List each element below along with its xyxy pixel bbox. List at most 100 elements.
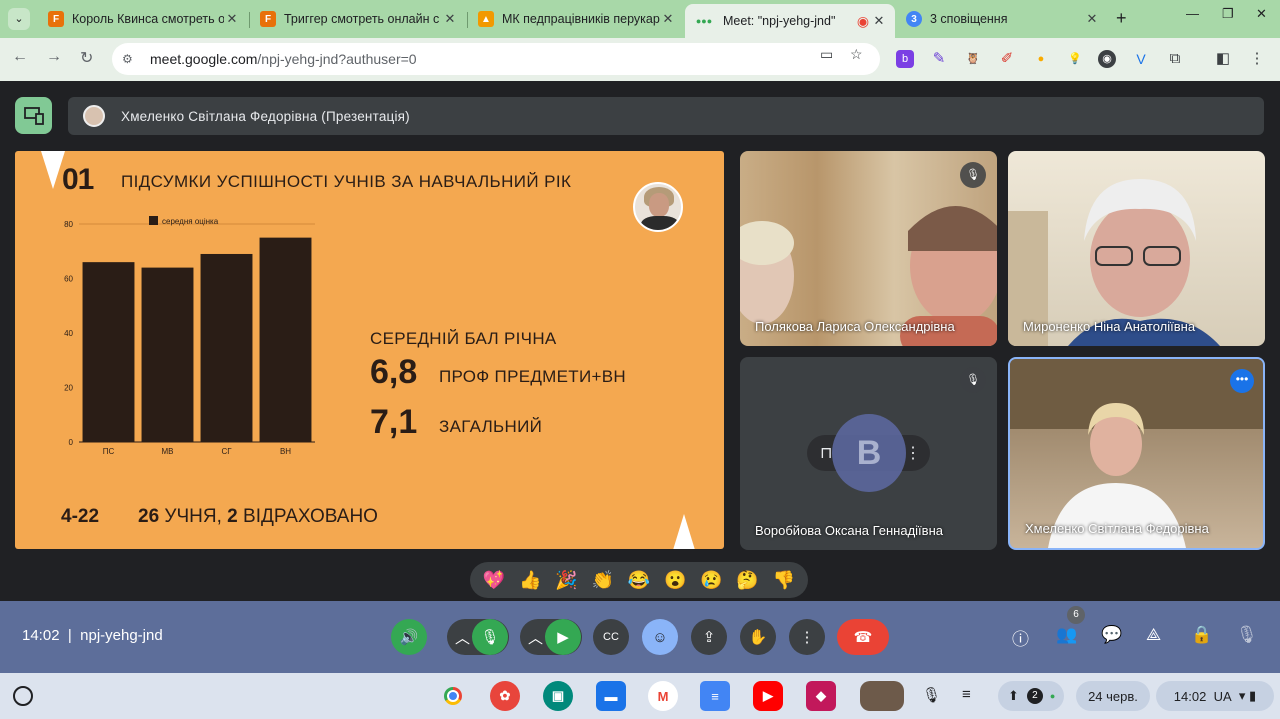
raise-hand-button[interactable]: ✋ xyxy=(740,619,776,655)
x-tick-label: ПС xyxy=(103,447,115,456)
docs-app-icon[interactable]: ≡ xyxy=(700,681,730,711)
files-app-icon[interactable]: ▬ xyxy=(596,681,626,711)
present-button[interactable]: ⇪ xyxy=(691,619,727,655)
notification-count: 2 xyxy=(1026,688,1043,704)
leave-call-button[interactable]: ☎ xyxy=(837,619,889,655)
stat-2-label: ЗАГАЛЬНИЙ xyxy=(439,417,543,436)
reaction-thinking-icon[interactable]: 🤔 xyxy=(736,570,758,591)
presentation-layout-button[interactable] xyxy=(15,97,52,134)
window-thumbnail-icon[interactable] xyxy=(860,681,904,711)
tab-1-title: Король Квинса смотреть о xyxy=(72,12,224,26)
tab-2[interactable]: F Триггер смотреть онлайн с ✕ xyxy=(252,4,466,34)
wifi-icon: ▾ xyxy=(1238,688,1246,703)
stat-1-label: ПРОФ ПРЕДМЕТИ+ВН xyxy=(439,367,626,386)
youtube-app-icon[interactable]: ▶ xyxy=(753,681,783,711)
back-icon[interactable]: ← xyxy=(12,48,28,66)
extension-v-icon[interactable]: V xyxy=(1132,50,1150,68)
close-window-icon[interactable]: ✕ xyxy=(1256,6,1267,22)
chevron-up-icon[interactable]: ︿ xyxy=(455,627,470,648)
captions-button[interactable]: CC xyxy=(593,619,629,655)
tab-3-favicon: ▲ xyxy=(478,11,494,27)
maximize-icon[interactable]: ❐ xyxy=(1222,6,1234,22)
slide-number: 01 xyxy=(62,163,94,196)
system-tray[interactable]: 14:02 UA ▾ ▮ xyxy=(1156,681,1274,711)
tab-3-title: МК педпрацівників перукар xyxy=(502,12,660,26)
date-tray[interactable]: 24 черв. xyxy=(1076,681,1150,711)
bookmark-star-icon[interactable]: ☆ xyxy=(850,46,863,63)
chevron-up-icon[interactable]: ︿ xyxy=(528,627,543,648)
chat-icon[interactable]: 💬 xyxy=(1101,625,1122,645)
app-pink-icon[interactable]: ◆ xyxy=(806,681,836,711)
extension-owl-icon[interactable]: 🦉 xyxy=(964,50,982,68)
y-tick-label: 80 xyxy=(64,220,73,229)
emoji-button[interactable]: ☺ xyxy=(642,619,678,655)
chrome-app-icon[interactable] xyxy=(438,681,468,711)
extension-record-icon[interactable]: ◉ xyxy=(1098,50,1116,68)
participant-name: Полякова Лариса Олександрівна xyxy=(755,319,955,334)
tab-3[interactable]: ▲ МК педпрацівників перукар ✕ xyxy=(470,4,684,34)
close-icon[interactable]: ✕ xyxy=(660,11,676,27)
site-settings-icon[interactable]: ⚙ xyxy=(122,52,142,66)
canvas-app-icon[interactable]: ✿ xyxy=(490,681,520,711)
tab-search-button[interactable]: ⌄ xyxy=(8,8,30,30)
gmail-app-icon[interactable]: M xyxy=(648,681,678,711)
video-tile-2[interactable]: Мироненко Ніна Анатоліївна xyxy=(1008,151,1265,346)
close-icon[interactable]: ✕ xyxy=(442,11,458,27)
close-icon[interactable]: ✕ xyxy=(1084,11,1100,27)
reaction-surprised-icon[interactable]: 😮 xyxy=(664,570,686,591)
media-controls-icon[interactable]: ≡ xyxy=(962,686,971,703)
camera-icon[interactable]: ▭ xyxy=(820,46,833,63)
tab-1[interactable]: F Король Квинса смотреть о ✕ xyxy=(40,4,248,34)
classroom-app-icon[interactable]: ▣ xyxy=(543,681,573,711)
extension-b-icon[interactable]: b xyxy=(896,50,914,68)
reaction-clap-icon[interactable]: 👏 xyxy=(592,570,614,591)
speaker-button[interactable]: 🔊 xyxy=(391,619,427,655)
pin-icon[interactable]: ⊓ xyxy=(820,443,832,463)
video-tile-1[interactable]: 🎙 Полякова Лариса Олександрівна xyxy=(740,151,997,346)
presentation-slide: 01 ПІДСУМКИ УСПІШНОСТІ УЧНІВ ЗА НАВЧАЛЬН… xyxy=(15,151,724,549)
activities-icon[interactable]: ⟁ xyxy=(1146,625,1161,645)
extension-marker-icon[interactable]: ✐ xyxy=(998,50,1016,68)
new-tab-button[interactable]: + xyxy=(1116,8,1127,29)
camera-button[interactable]: ▶ xyxy=(545,619,581,655)
mic-indicator-icon: 🎙 xyxy=(1236,625,1258,644)
reaction-thumbsup-icon[interactable]: 👍 xyxy=(519,570,541,591)
host-controls-icon[interactable]: 🔒 xyxy=(1191,625,1212,645)
video-tile-3[interactable]: 🎙 ⊓ ⋮ В Воробйова Оксана Геннадіївна xyxy=(740,357,997,550)
mic-button[interactable]: 🎙 xyxy=(472,619,508,655)
url-text[interactable]: meet.google.com/npj-yehg-jnd?authuser=0 xyxy=(150,51,417,67)
side-panel-icon[interactable]: ◧ xyxy=(1214,50,1232,68)
extension-search-icon[interactable]: ● xyxy=(1032,50,1050,68)
dictation-icon[interactable]: 🎙 xyxy=(922,686,941,704)
more-vert-icon: ⋮ xyxy=(799,629,815,646)
close-icon[interactable]: ✕ xyxy=(871,13,887,29)
tab-4-active[interactable]: ●●● Meet: "npj-yehg-jnd" ◉ ✕ xyxy=(685,4,895,38)
more-options-icon[interactable]: ⋮ xyxy=(905,443,921,463)
meet-stage: Хмеленко Світлана Федорівна (Презентація… xyxy=(0,81,1280,601)
reload-icon[interactable]: ↻ xyxy=(80,48,93,68)
chrome-menu-icon[interactable]: ⋮ xyxy=(1248,50,1266,68)
launcher-icon[interactable] xyxy=(13,686,33,706)
address-bar[interactable]: ⚙ meet.google.com/npj-yehg-jnd?authuser=… xyxy=(112,43,880,75)
close-icon[interactable]: ✕ xyxy=(224,11,240,27)
tab-5[interactable]: 3 3 сповіщення ✕ xyxy=(898,4,1108,34)
people-icon[interactable]: 👥 xyxy=(1056,625,1077,645)
reaction-thumbsdown-icon[interactable]: 👎 xyxy=(773,570,795,591)
reaction-sad-icon[interactable]: 😢 xyxy=(700,570,722,591)
reaction-party-icon[interactable]: 🎉 xyxy=(555,570,577,591)
minimize-icon[interactable]: — xyxy=(1186,6,1199,21)
meeting-details-icon[interactable]: ⓘ xyxy=(1012,625,1029,650)
reaction-heart-icon[interactable]: 💖 xyxy=(483,570,505,591)
extension-bulb-icon[interactable]: 💡 xyxy=(1066,50,1084,68)
extension-pen-icon[interactable]: ✎ xyxy=(930,50,948,68)
video-tile-4-self[interactable]: ••• Хмеленко Світлана Федорівна xyxy=(1008,357,1265,550)
forward-icon[interactable]: → xyxy=(46,48,62,66)
extensions-puzzle-icon[interactable]: ⧉ xyxy=(1166,50,1184,68)
more-options-button[interactable]: ⋮ xyxy=(789,619,825,655)
more-options-icon[interactable]: ••• xyxy=(1230,369,1254,393)
notification-tray[interactable]: ⬆ 2 ● xyxy=(998,681,1064,711)
reactions-bar: 💖 👍 🎉 👏 😂 😮 😢 🤔 👎 xyxy=(470,562,808,598)
stats-heading: СЕРЕДНІЙ БАЛ РІЧНА xyxy=(370,329,557,348)
mic-off-icon: 🎙 xyxy=(960,162,986,188)
reaction-laugh-icon[interactable]: 😂 xyxy=(628,570,650,591)
